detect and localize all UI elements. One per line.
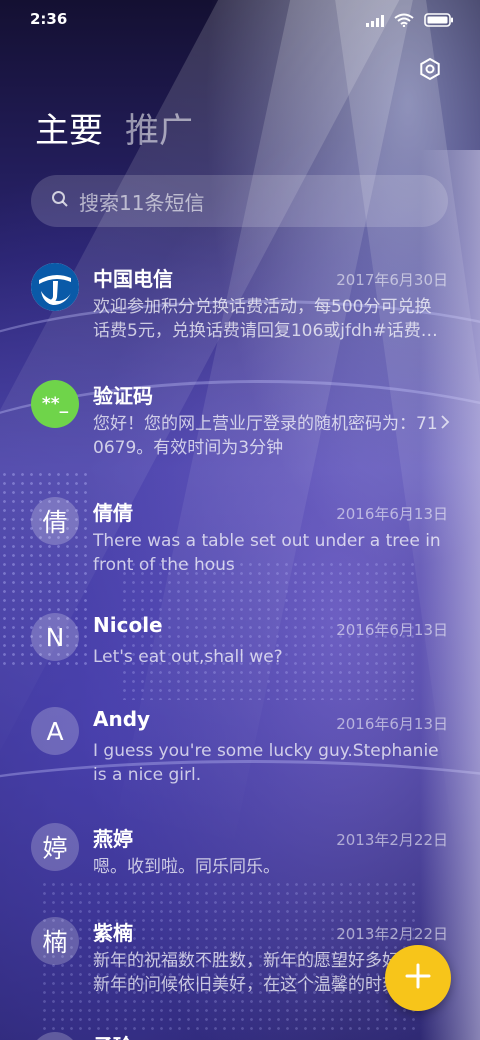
tab-bar: 主要 推广 [35,108,193,154]
settings-button[interactable] [418,57,442,81]
verification-avatar: **_ [31,380,79,428]
message-date: 2017年6月30日 [336,271,448,289]
settings-icon [418,57,442,85]
conversation-item[interactable]: 倩 倩倩 2016年6月13日 There was a table set ou… [0,489,480,599]
status-bar: 2:36 [0,0,480,40]
tab-primary[interactable]: 主要 [35,108,103,154]
contact-name: 紫楠 [93,921,133,945]
message-preview: There was a table set out under a tree i… [93,531,441,575]
avatar [31,1032,79,1040]
avatar: A [31,707,79,755]
contact-name: 验证码 [93,384,153,408]
tab-promotions[interactable]: 推广 [125,108,193,154]
message-date: 2013年2月22日 [336,925,448,943]
conversation-item[interactable]: 子玲 [0,1026,480,1040]
signal-icon [366,12,384,31]
message-date: 2016年6月13日 [336,505,448,523]
avatar: 倩 [31,497,79,545]
contact-name: 中国电信 [93,267,173,291]
message-preview: 嗯。收到啦。同乐同乐。 [93,857,280,877]
contact-name: 子玲 [93,1030,133,1040]
conversation-item[interactable]: 中国电信 2017年6月30日 欢迎参加积分兑换话费活动，每500分可兑换话费5… [0,255,480,365]
message-date: 2013年2月22日 [336,831,448,849]
message-preview: 新年的祝福数不胜数，新年的愿望好多好多，新年的问候依旧美好，在这个温馨的时刻 [93,951,433,995]
message-preview: Let's eat out,shall we? [93,647,283,667]
message-date: 2016年6月13日 [336,621,448,639]
message-preview: 您好！您的网上营业厅登录的随机密码为：710679。有效时间为3分钟 [93,414,438,458]
contact-name: 倩倩 [93,501,133,525]
message-preview: I guess you're some lucky guy.Stephanie … [93,741,439,785]
status-icons [366,12,454,31]
avatar: 婷 [31,823,79,871]
wifi-icon [394,12,414,31]
contact-name: Nicole [93,613,163,637]
status-time: 2:36 [30,10,68,28]
contact-name: Andy [93,707,151,731]
chevron-right-icon[interactable] [440,414,450,434]
search-input[interactable]: 搜索11条短信 [79,187,204,216]
message-date: 2016年6月13日 [336,715,448,733]
battery-icon [424,12,454,31]
plus-icon [405,963,431,993]
avatar: 楠 [31,917,79,965]
compose-button[interactable] [385,945,451,1011]
contact-name: 燕婷 [93,827,133,851]
china-telecom-logo [31,263,79,311]
message-preview: 欢迎参加积分兑换话费活动，每500分可兑换话费5元，兑换话费请回复106或jfd… [93,297,438,341]
search-bar[interactable]: 搜索11条短信 [31,175,448,227]
avatar: N [31,613,79,661]
search-icon [31,190,69,212]
conversation-item[interactable]: A Andy 2016年6月13日 I guess you're some lu… [0,699,480,809]
conversation-item[interactable]: **_ 验证码 您好！您的网上营业厅登录的随机密码为：710679。有效时间为3… [0,372,480,482]
